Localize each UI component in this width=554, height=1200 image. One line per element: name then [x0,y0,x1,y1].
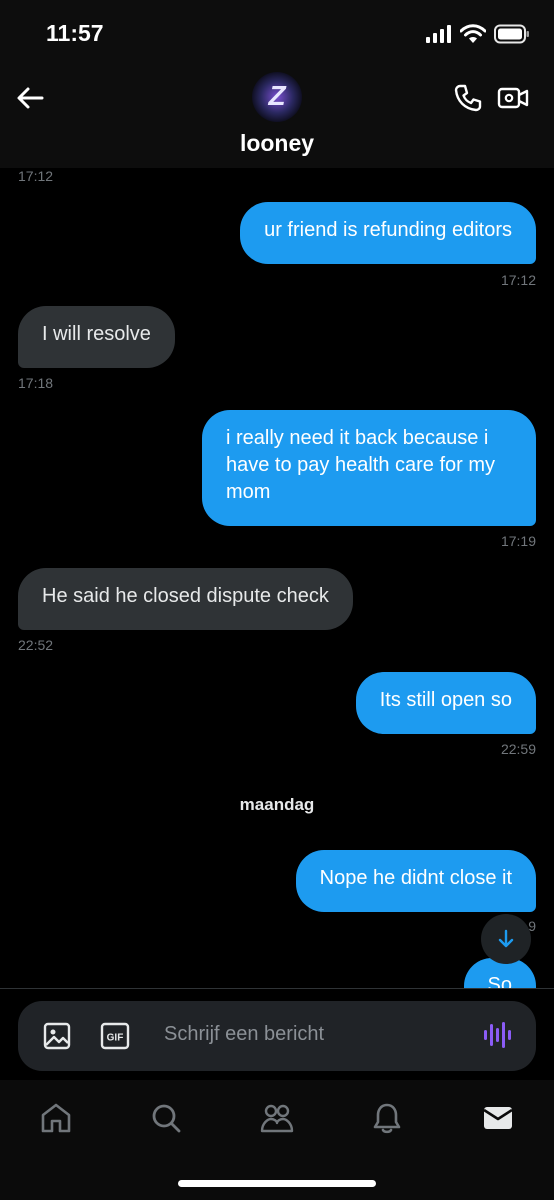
message-timestamp: 22:52 [18,637,54,653]
home-indicator [178,1180,376,1187]
voice-waveform-icon [484,1022,511,1048]
home-icon [41,1103,71,1133]
envelope-icon [483,1107,513,1129]
message-timestamp: 17:19 [500,533,536,549]
status-time: 11:57 [46,20,104,46]
phone-icon [454,84,482,112]
tab-home[interactable] [36,1098,76,1138]
contact-name[interactable]: looney [0,130,554,157]
gif-button[interactable]: GIF [100,1021,130,1056]
message-timestamp: 17:18 [18,375,54,391]
voice-message-button[interactable] [482,1019,512,1056]
day-separator: maandag [239,795,315,814]
tab-communities[interactable] [257,1098,297,1138]
tab-messages[interactable] [478,1098,518,1138]
call-button[interactable] [452,82,484,114]
image-icon [43,1022,71,1050]
arrow-down-icon [498,929,514,948]
cellular-signal-icon [426,25,451,43]
message-bubble-outgoing[interactable]: ur friend is refunding editors [240,202,536,264]
message-bubble-incoming[interactable]: He said he closed dispute check [18,568,353,630]
avatar[interactable]: Z [252,72,302,122]
battery-icon [494,24,529,44]
bell-icon [373,1103,401,1134]
communities-icon [260,1104,294,1133]
scroll-to-bottom-button[interactable] [481,914,531,964]
message-bubble-outgoing[interactable]: Its still open so [355,672,536,734]
back-button[interactable] [14,82,46,114]
video-camera-icon [497,87,529,109]
message-timestamp: 17:12 [500,272,536,288]
gif-icon: GIF [100,1022,130,1050]
tab-search[interactable] [146,1098,186,1138]
video-call-button[interactable] [496,82,530,114]
message-composer[interactable]: GIF Schrijf een bericht [18,1001,536,1071]
message-bubble-outgoing[interactable]: i really need it back because i have to … [202,410,536,526]
tab-notifications[interactable] [367,1098,407,1138]
arrow-left-icon [17,87,44,109]
wifi-icon [460,24,486,43]
message-timestamp: 22:59 [500,741,536,757]
message-bubble-incoming[interactable]: I will resolve [18,306,175,368]
message-timestamp: 17:12 [18,168,54,184]
status-bar: 11:57 [0,0,554,70]
message-bubble-outgoing[interactable]: Nope he didnt close it [295,850,536,912]
avatar-letter: Z [268,80,286,111]
image-button[interactable] [42,1021,72,1056]
gif-label: GIF [107,1033,124,1044]
composer-bar: GIF Schrijf een bericht [0,988,554,1081]
message-input[interactable]: Schrijf een bericht [164,1023,324,1046]
search-icon [152,1104,181,1133]
